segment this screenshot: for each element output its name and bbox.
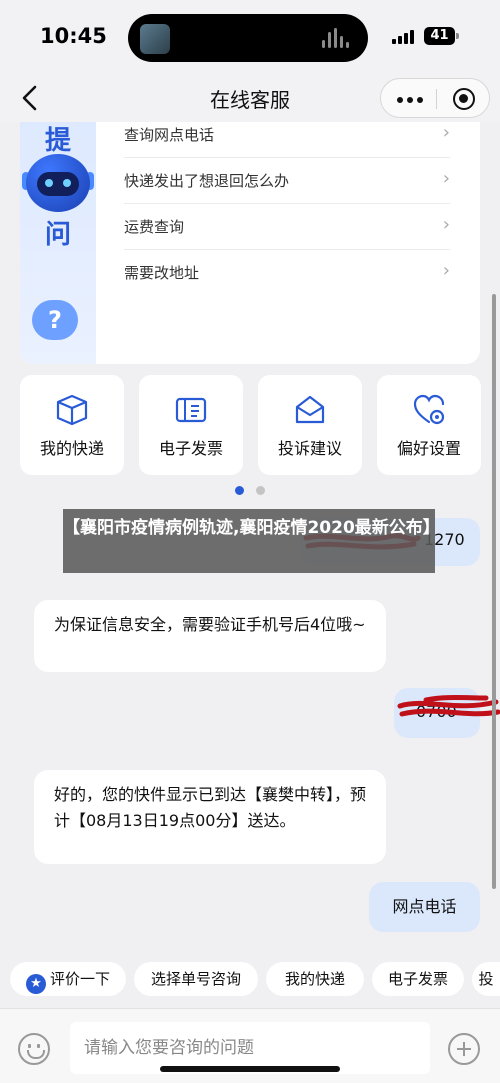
chip-select-tracking[interactable]: 选择单号咨询	[134, 962, 258, 996]
status-time: 10:45	[40, 24, 107, 48]
nav-bar: 在线客服	[0, 74, 500, 122]
scrollbar[interactable]	[492, 294, 496, 889]
quick-action-my-express[interactable]: 我的快递	[20, 375, 124, 475]
help-question-icon: ?	[32, 300, 78, 340]
dynamic-island[interactable]	[128, 14, 368, 62]
faq-card: 提 问 ? 查询网点电话 › 快递发出了想退回怎么办 › 运费查询 › 需要改地…	[20, 122, 480, 364]
chevron-right-icon: ›	[442, 214, 450, 235]
chip-partial[interactable]: 投	[472, 962, 500, 996]
quick-action-label: 投诉建议	[277, 439, 342, 458]
suggestion-chips: ★ 评价一下 选择单号咨询 我的快递 电子发票 投	[0, 962, 500, 998]
quick-action-label: 我的快递	[39, 439, 104, 458]
quick-action-label: 偏好设置	[396, 439, 461, 458]
emoji-icon[interactable]	[18, 1033, 50, 1065]
now-playing-thumbnail	[140, 24, 170, 54]
carousel-dot-active[interactable]	[235, 486, 244, 495]
quick-action-label: 电子发票	[158, 439, 223, 458]
quick-action-preferences[interactable]: 偏好设置	[377, 375, 481, 475]
close-mini-program-icon[interactable]	[453, 88, 475, 110]
carousel-dot[interactable]	[256, 486, 265, 495]
chip-rate[interactable]: ★ 评价一下	[10, 962, 126, 996]
bot-message-verify: 为保证信息安全，需要验证手机号后4位哦~	[34, 600, 386, 672]
audio-wave-icon	[322, 28, 352, 48]
chevron-right-icon: ›	[442, 122, 450, 143]
star-icon: ★	[25, 974, 46, 994]
battery-icon: 41	[424, 27, 455, 45]
chip-label: 评价一下	[49, 970, 110, 988]
robot-mascot-icon	[26, 154, 90, 212]
faq-item[interactable]: 运费查询 ›	[124, 204, 450, 250]
side-char-question: 问	[44, 220, 71, 250]
user-message-outlet-phone: 网点电话	[369, 882, 480, 932]
chevron-right-icon: ›	[442, 168, 450, 189]
chip-my-express[interactable]: 我的快递	[266, 962, 364, 996]
quick-action-complaint[interactable]: 投诉建议	[258, 375, 362, 475]
faq-item-label: 快递发出了想退回怎么办	[124, 172, 290, 190]
package-icon	[56, 394, 88, 426]
robot-face	[37, 172, 79, 196]
chip-invoice[interactable]: 电子发票	[372, 962, 464, 996]
preference-settings-icon	[413, 394, 445, 425]
status-bar: 10:45 41	[0, 0, 500, 74]
more-dots-icon[interactable]	[397, 97, 423, 103]
home-indicator[interactable]	[160, 1066, 340, 1072]
mini-program-capsule	[380, 78, 490, 118]
faq-item-label: 运费查询	[124, 218, 185, 236]
battery-tip	[456, 33, 459, 39]
redaction-scribble	[397, 695, 500, 717]
quick-action-invoice[interactable]: 电子发票	[139, 375, 243, 475]
faq-item-label: 查询网点电话	[124, 126, 215, 144]
faq-item[interactable]: 需要改地址 ›	[124, 250, 450, 296]
mail-icon	[295, 395, 325, 424]
chat-area[interactable]: 提 问 ? 查询网点电话 › 快递发出了想退回怎么办 › 运费查询 › 需要改地…	[0, 122, 500, 1002]
faq-item[interactable]: 快递发出了想退回怎么办 ›	[124, 158, 450, 204]
capsule-divider	[436, 89, 437, 109]
faq-item-label: 需要改地址	[124, 264, 200, 282]
faq-side-panel: 提 问 ?	[20, 122, 96, 364]
faq-item[interactable]: 查询网点电话 ›	[124, 122, 450, 158]
bot-message-delivered: 好的，您的快件显示已到达【襄樊中转】，预计【08月13日19点00分】送达。	[34, 770, 386, 864]
chevron-right-icon: ›	[442, 260, 450, 281]
add-attachment-icon[interactable]	[448, 1033, 480, 1065]
invoice-icon	[175, 397, 207, 423]
side-char-ask: 提	[44, 126, 71, 156]
signal-icon	[392, 30, 414, 44]
overlay-banner: 【襄阳市疫情病例轨迹,襄阳疫情2020最新公布】	[63, 509, 440, 573]
